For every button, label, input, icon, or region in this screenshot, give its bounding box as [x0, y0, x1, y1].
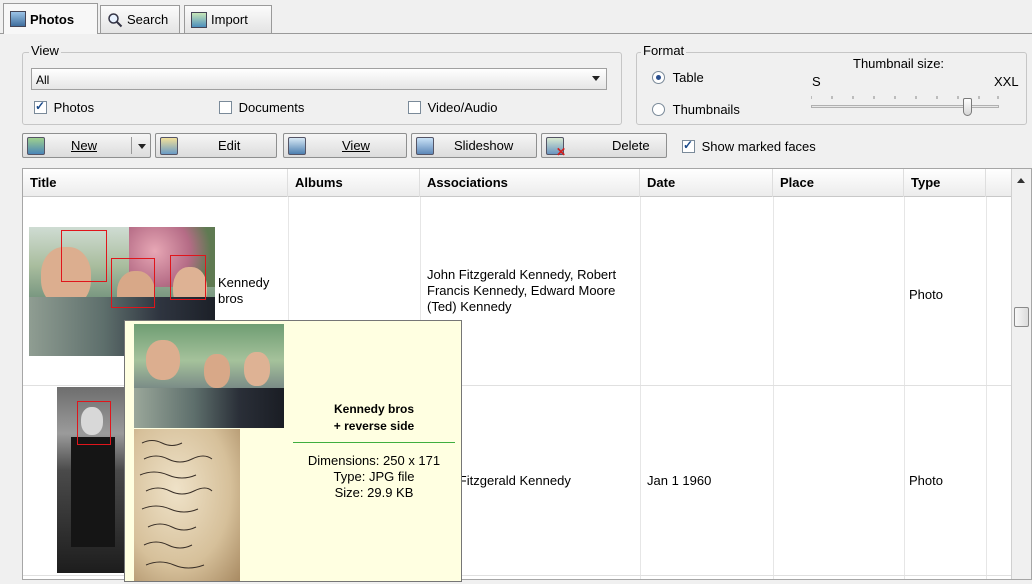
show-marked-faces-label: Show marked faces — [701, 139, 816, 155]
checkbox-documents[interactable]: Documents — [219, 99, 304, 115]
column-header-title[interactable]: Title — [23, 169, 288, 197]
view-button[interactable]: View — [283, 133, 407, 158]
row-title: Kennedy bros — [218, 275, 270, 306]
tooltip-title-line2: + reverse side — [333, 419, 415, 433]
photo-tooltip: Kennedy bros + reverse side Dimensions: … — [124, 320, 462, 582]
delete-button-label: Delete — [612, 138, 650, 153]
column-header-associations[interactable]: Associations — [420, 169, 640, 197]
column-divider — [904, 197, 905, 579]
tab-photos-label: Photos — [30, 11, 75, 27]
tab-search[interactable]: Search — [100, 5, 180, 33]
column-divider — [986, 197, 987, 579]
checkbox-photos[interactable]: Photos — [34, 99, 94, 115]
photos-icon — [10, 11, 26, 27]
photo-figure — [146, 340, 180, 380]
thumbnail-size-slider[interactable] — [811, 96, 999, 118]
column-divider — [640, 197, 641, 579]
new-button[interactable]: New — [22, 133, 151, 158]
new-photo-icon — [27, 136, 45, 155]
view-icon — [288, 136, 306, 155]
row-type: Photo — [909, 473, 943, 488]
tooltip-title-line1: Kennedy bros — [333, 402, 414, 416]
tooltip-size: Size: 29.9 KB — [334, 485, 414, 500]
scrollbar-thumb[interactable] — [1014, 307, 1029, 327]
tooltip-photo-reverse — [134, 429, 240, 581]
view-legend: View — [29, 43, 61, 58]
tab-search-label: Search — [127, 12, 169, 27]
chevron-down-icon[interactable] — [592, 76, 600, 81]
photo-figure — [244, 352, 270, 386]
radio-table[interactable]: Table — [652, 69, 704, 85]
scroll-up-icon[interactable] — [1017, 178, 1025, 183]
checkbox-documents-box[interactable] — [219, 101, 232, 115]
face-marker[interactable] — [170, 255, 206, 300]
thumbnail-size-label: Thumbnail size: — [853, 56, 945, 71]
tooltip-divider — [293, 442, 455, 443]
new-button-label: New — [71, 138, 98, 153]
radio-thumbnails-button[interactable] — [652, 103, 665, 117]
column-header-date[interactable]: Date — [640, 169, 773, 197]
edit-button-label: Edit — [218, 138, 241, 153]
new-dropdown-chevron-icon[interactable] — [138, 144, 146, 149]
tab-photos[interactable]: Photos — [3, 3, 98, 34]
search-icon — [107, 12, 123, 28]
edit-button[interactable]: Edit — [155, 133, 277, 158]
tooltip-photo-front — [134, 324, 284, 428]
tooltip-dimensions: Dimensions: 250 x 171 — [307, 453, 441, 468]
delete-button[interactable]: ✕ Delete — [541, 133, 667, 158]
face-marker[interactable] — [77, 401, 111, 445]
face-marker[interactable] — [111, 258, 155, 308]
view-button-label: View — [342, 138, 370, 153]
tooltip-details: Dimensions: 250 x 171 Type: JPG file Siz… — [291, 453, 457, 501]
column-header-place[interactable]: Place — [773, 169, 904, 197]
radio-thumbnails[interactable]: Thumbnails — [652, 101, 740, 117]
delete-icon: ✕ — [546, 136, 566, 158]
photo-figure — [204, 354, 230, 388]
radio-thumbnails-label: Thumbnails — [672, 102, 740, 118]
row-date: Jan 1 1960 — [647, 473, 712, 488]
split-divider — [131, 137, 132, 154]
slideshow-icon — [416, 136, 434, 155]
tab-bar: Photos Search Import — [0, 0, 1032, 36]
handwriting-scribble — [139, 440, 213, 569]
tooltip-title: Kennedy bros + reverse side — [291, 401, 457, 435]
tab-import-label: Import — [211, 12, 248, 27]
checkbox-video-audio[interactable]: Video/Audio — [408, 99, 498, 115]
slideshow-button-label: Slideshow — [454, 138, 514, 153]
tab-import[interactable]: Import — [184, 5, 272, 33]
radio-table-label: Table — [672, 70, 704, 86]
column-header-type[interactable]: Type — [904, 169, 986, 197]
slideshow-button[interactable]: Slideshow — [411, 133, 537, 158]
checkbox-photos-box[interactable] — [34, 99, 47, 115]
checkbox-documents-label: Documents — [238, 100, 305, 116]
format-legend: Format — [641, 43, 687, 58]
photo-suits — [134, 388, 284, 428]
radio-table-button[interactable] — [652, 71, 665, 85]
checkbox-video-audio-label: Video/Audio — [427, 100, 498, 116]
row-associations: John Fitzgerald Kennedy, Robert Francis … — [427, 267, 617, 314]
checkbox-photos-label: Photos — [53, 100, 95, 116]
photo-suit — [71, 437, 115, 547]
column-divider — [773, 197, 774, 579]
view-filter-dropdown[interactable]: All — [31, 68, 607, 90]
column-header-albums[interactable]: Albums — [288, 169, 420, 197]
import-icon — [191, 11, 207, 28]
vertical-scrollbar[interactable] — [1011, 169, 1031, 579]
thumbnail-max-label: XXL — [994, 74, 1019, 89]
row-type: Photo — [909, 287, 943, 302]
tab-divider — [0, 33, 1032, 34]
tooltip-type: Type: JPG file — [333, 469, 415, 484]
show-marked-faces-box[interactable] — [682, 138, 695, 154]
show-marked-faces-checkbox[interactable]: Show marked faces — [682, 138, 816, 154]
table-header: Title Albums Associations Date Place Typ… — [23, 169, 1031, 197]
thumbnail-min-label: S — [812, 74, 821, 89]
checkbox-video-audio-box[interactable] — [408, 101, 421, 115]
view-filter-value: All — [36, 73, 50, 87]
slider-thumb[interactable] — [963, 98, 972, 116]
edit-icon — [160, 136, 178, 155]
kennedy-bw-thumbnail[interactable] — [57, 387, 127, 573]
face-marker[interactable] — [61, 230, 107, 282]
